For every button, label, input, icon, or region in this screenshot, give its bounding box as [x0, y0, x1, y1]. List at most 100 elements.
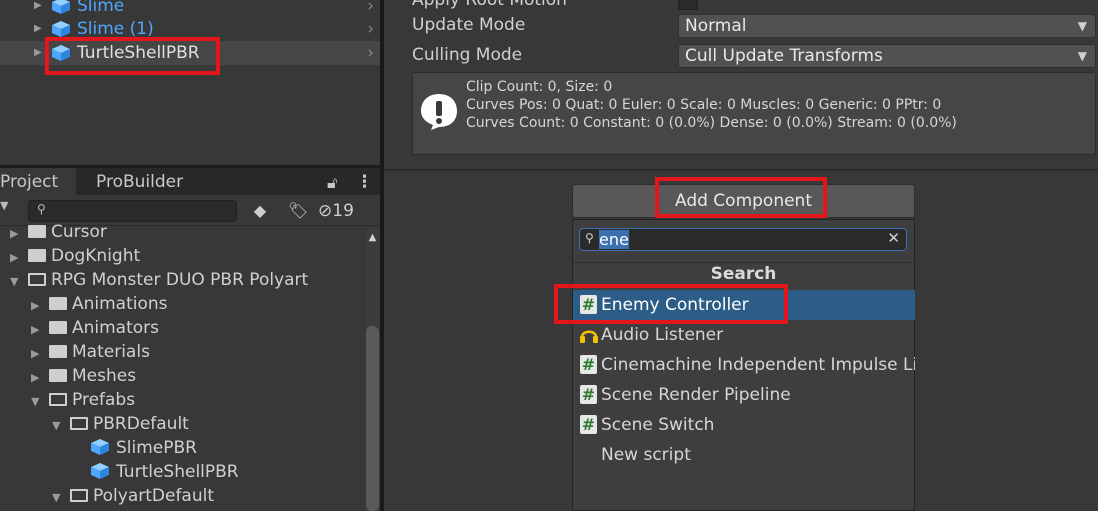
- hierarchy-item-slime[interactable]: ▶ Slime ›: [0, 0, 382, 18]
- lock-icon[interactable]: 🔓︎: [327, 168, 337, 195]
- tree-item-label: Animations: [72, 294, 168, 314]
- expand-arrow-icon[interactable]: ▶: [31, 366, 49, 390]
- tab-label: Project: [0, 172, 59, 192]
- tag-icon[interactable]: 🏷︎: [286, 199, 310, 223]
- tree-item-prefabs[interactable]: ▼ Prefabs: [31, 388, 135, 412]
- chevron-right-icon[interactable]: ›: [367, 17, 374, 41]
- component-item-label: Scene Render Pipeline: [601, 385, 791, 405]
- folder-icon: [28, 225, 46, 238]
- tree-item-materials[interactable]: ▶ Materials: [31, 340, 150, 364]
- tree-item-animators[interactable]: ▶ Animators: [31, 316, 159, 340]
- hidden-packages-toggle[interactable]: ⊘19: [318, 199, 378, 223]
- search-value: ene: [599, 230, 629, 249]
- expand-arrow-icon[interactable]: ▶: [34, 0, 42, 18]
- script-icon: #: [580, 415, 597, 434]
- tab-project[interactable]: Project: [0, 168, 76, 195]
- highlight-box: [554, 284, 788, 324]
- scroll-up-icon[interactable]: ▲: [366, 232, 379, 243]
- culling-mode-label: Culling Mode: [412, 45, 523, 65]
- dropdown-caret-icon: ▼: [1077, 49, 1087, 63]
- collapse-arrow-icon[interactable]: ▼: [52, 414, 70, 438]
- tree-item-cursor[interactable]: ▶ Cursor: [10, 220, 107, 244]
- tree-item-rpg-monster[interactable]: ▼ RPG Monster DUO PBR Polyart: [10, 268, 308, 292]
- collapse-arrow-icon[interactable]: ▼: [52, 486, 70, 510]
- tree-item-slimepbr[interactable]: SlimePBR: [90, 436, 197, 460]
- tree-item-label: RPG Monster DUO PBR Polyart: [51, 270, 309, 290]
- tree-item-label: TurtleShellPBR: [116, 462, 239, 482]
- highlight-box: [655, 177, 827, 218]
- project-search-input[interactable]: ⚲: [28, 200, 237, 222]
- collapse-arrow-icon[interactable]: ▼: [31, 390, 49, 414]
- tree-item-pbrdefault[interactable]: ▼ PBRDefault: [52, 412, 189, 436]
- search-by-type-icon[interactable]: ◆: [248, 199, 272, 223]
- tab-probuilder[interactable]: ProBuilder: [96, 168, 183, 195]
- tree-item-label: DogKnight: [51, 246, 141, 266]
- tree-item-label: Cursor: [51, 222, 107, 242]
- folder-open-icon: [70, 489, 88, 502]
- hidden-count: 19: [332, 201, 354, 221]
- component-item-scene-render-pipeline[interactable]: # Scene Render Pipeline: [573, 380, 915, 410]
- project-tab-bar: Project ProBuilder 🔓︎ ⋮: [0, 168, 380, 195]
- folder-icon: [49, 297, 67, 310]
- tree-item-meshes[interactable]: ▶ Meshes: [31, 364, 136, 388]
- component-item-audio-listener[interactable]: Audio Listener: [573, 320, 915, 350]
- kebab-menu-icon[interactable]: ⋮: [356, 168, 373, 195]
- update-mode-label: Update Mode: [412, 15, 526, 35]
- tree-item-polyartdefault[interactable]: ▼ PolyartDefault: [52, 484, 214, 508]
- expand-arrow-icon[interactable]: ▶: [31, 318, 49, 342]
- folder-icon: [49, 321, 67, 334]
- prefab-cube-icon: [52, 21, 70, 37]
- search-icon: ⚲: [585, 231, 594, 245]
- expand-arrow-icon[interactable]: ▶: [34, 41, 42, 65]
- apply-root-motion-checkbox[interactable]: [678, 0, 698, 10]
- create-dropdown-icon[interactable]: ▼: [0, 199, 8, 212]
- chevron-right-icon[interactable]: ›: [367, 41, 374, 65]
- collapse-arrow-icon[interactable]: ▼: [10, 270, 28, 294]
- component-item-label: Audio Listener: [601, 325, 724, 345]
- folder-open-icon: [70, 417, 88, 430]
- tree-item-label: PBRDefault: [93, 414, 189, 434]
- prefab-cube-icon: [91, 439, 109, 455]
- component-search-input[interactable]: ⚲ ene ✕: [579, 228, 907, 251]
- tree-item-label: PolyartDefault: [93, 486, 215, 506]
- component-item-label: Scene Switch: [601, 415, 715, 435]
- tree-item-animations[interactable]: ▶ Animations: [31, 292, 168, 316]
- tree-item-turtleshellpbr[interactable]: TurtleShellPBR: [90, 460, 239, 484]
- folder-open-icon: [28, 273, 46, 286]
- folder-open-icon: [49, 393, 67, 406]
- tree-item-dogknight[interactable]: ▶ DogKnight: [10, 244, 140, 268]
- apply-root-motion-label: Apply Root Motion: [412, 0, 567, 10]
- chevron-right-icon[interactable]: ›: [367, 0, 374, 18]
- script-icon: #: [580, 355, 597, 374]
- expand-arrow-icon[interactable]: ▶: [31, 294, 49, 318]
- folder-icon: [28, 249, 46, 262]
- search-icon: ⚲: [37, 202, 46, 216]
- scroll-thumb[interactable]: [366, 326, 379, 511]
- component-item-scene-switch[interactable]: # Scene Switch: [573, 410, 915, 440]
- eye-slash-icon: ⊘: [318, 201, 333, 221]
- info-exclamation-icon: [421, 94, 457, 130]
- tree-item-label: Animators: [72, 318, 160, 338]
- component-item-cinemachine-impulse-listener[interactable]: # Cinemachine Independent Impulse Listen…: [573, 350, 915, 380]
- expand-arrow-icon[interactable]: ▶: [31, 342, 49, 366]
- folder-icon: [49, 369, 67, 382]
- expand-arrow-icon[interactable]: ▶: [34, 17, 42, 41]
- update-mode-dropdown[interactable]: Normal ▼: [678, 14, 1096, 38]
- prefab-cube-icon: [52, 0, 70, 14]
- info-line-3: Curves Count: 0 Constant: 0 (0.0%) Dense…: [466, 115, 957, 131]
- tree-item-label: Materials: [72, 342, 150, 362]
- expand-arrow-icon[interactable]: ▶: [10, 246, 28, 270]
- hierarchy-panel: ▶ Slime › ▶ Slime (1) › ▶ TurtleShellPBR…: [0, 0, 382, 165]
- component-item-label: New script: [601, 445, 691, 465]
- expand-arrow-icon[interactable]: ▶: [10, 222, 28, 246]
- dropdown-caret-icon: ▼: [1077, 19, 1087, 33]
- folder-icon: [49, 345, 67, 358]
- component-item-new-script[interactable]: New script: [573, 440, 915, 470]
- clear-search-icon[interactable]: ✕: [887, 229, 900, 247]
- tree-item-label: Meshes: [72, 366, 137, 386]
- info-line-2: Curves Pos: 0 Quat: 0 Euler: 0 Scale: 0 …: [466, 97, 942, 113]
- highlight-box: [45, 37, 220, 75]
- info-line-1: Clip Count: 0, Size: 0: [466, 79, 613, 95]
- tab-label: ProBuilder: [96, 172, 184, 192]
- culling-mode-dropdown[interactable]: Cull Update Transforms ▼: [678, 44, 1096, 68]
